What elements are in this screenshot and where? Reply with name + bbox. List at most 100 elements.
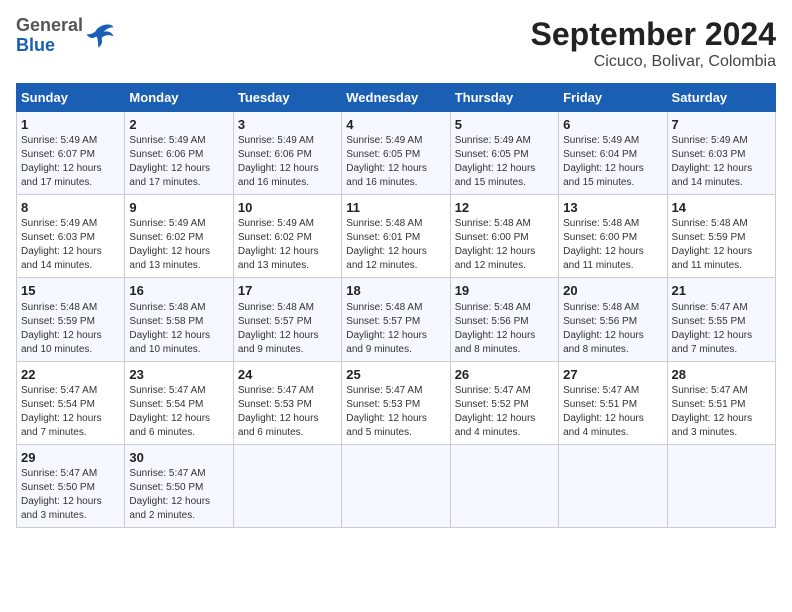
header-day-tuesday: Tuesday (233, 84, 341, 112)
day-info: Sunrise: 5:49 AMSunset: 6:02 PMDaylight:… (238, 217, 337, 273)
calendar-cell: 5Sunrise: 5:49 AMSunset: 6:05 PMDaylight… (450, 112, 558, 195)
day-number: 16 (129, 282, 228, 300)
calendar-cell: 30Sunrise: 5:47 AMSunset: 5:50 PMDayligh… (125, 444, 233, 527)
page-subtitle: Cicuco, Bolivar, Colombia (531, 53, 776, 71)
calendar-cell (342, 444, 450, 527)
header-day-saturday: Saturday (667, 84, 775, 112)
day-number: 26 (455, 366, 554, 384)
calendar-cell: 2Sunrise: 5:49 AMSunset: 6:06 PMDaylight… (125, 112, 233, 195)
calendar-cell: 16Sunrise: 5:48 AMSunset: 5:58 PMDayligh… (125, 278, 233, 361)
logo: General Blue (16, 16, 115, 56)
calendar-week-1: 1Sunrise: 5:49 AMSunset: 6:07 PMDaylight… (17, 112, 776, 195)
day-number: 10 (238, 199, 337, 217)
calendar-cell: 15Sunrise: 5:48 AMSunset: 5:59 PMDayligh… (17, 278, 125, 361)
day-number: 24 (238, 366, 337, 384)
calendar-cell: 1Sunrise: 5:49 AMSunset: 6:07 PMDaylight… (17, 112, 125, 195)
day-number: 19 (455, 282, 554, 300)
day-number: 11 (346, 199, 445, 217)
calendar-cell: 8Sunrise: 5:49 AMSunset: 6:03 PMDaylight… (17, 195, 125, 278)
day-number: 27 (563, 366, 662, 384)
day-info: Sunrise: 5:47 AMSunset: 5:51 PMDaylight:… (672, 384, 771, 440)
day-info: Sunrise: 5:48 AMSunset: 5:57 PMDaylight:… (238, 301, 337, 357)
day-info: Sunrise: 5:48 AMSunset: 6:01 PMDaylight:… (346, 217, 445, 273)
day-number: 6 (563, 116, 662, 134)
day-number: 12 (455, 199, 554, 217)
logo-line1: General (16, 16, 83, 36)
day-info: Sunrise: 5:49 AMSunset: 6:07 PMDaylight:… (21, 134, 120, 190)
calendar-header: SundayMondayTuesdayWednesdayThursdayFrid… (17, 84, 776, 112)
calendar-cell: 10Sunrise: 5:49 AMSunset: 6:02 PMDayligh… (233, 195, 341, 278)
header-day-monday: Monday (125, 84, 233, 112)
day-info: Sunrise: 5:48 AMSunset: 6:00 PMDaylight:… (563, 217, 662, 273)
day-number: 28 (672, 366, 771, 384)
day-number: 13 (563, 199, 662, 217)
calendar-body: 1Sunrise: 5:49 AMSunset: 6:07 PMDaylight… (17, 112, 776, 528)
calendar-cell: 18Sunrise: 5:48 AMSunset: 5:57 PMDayligh… (342, 278, 450, 361)
day-info: Sunrise: 5:48 AMSunset: 5:59 PMDaylight:… (672, 217, 771, 273)
calendar-cell: 25Sunrise: 5:47 AMSunset: 5:53 PMDayligh… (342, 361, 450, 444)
day-info: Sunrise: 5:47 AMSunset: 5:54 PMDaylight:… (21, 384, 120, 440)
calendar-cell: 6Sunrise: 5:49 AMSunset: 6:04 PMDaylight… (559, 112, 667, 195)
day-info: Sunrise: 5:47 AMSunset: 5:50 PMDaylight:… (21, 467, 120, 523)
day-number: 9 (129, 199, 228, 217)
day-info: Sunrise: 5:49 AMSunset: 6:03 PMDaylight:… (21, 217, 120, 273)
day-info: Sunrise: 5:49 AMSunset: 6:06 PMDaylight:… (238, 134, 337, 190)
calendar-cell: 14Sunrise: 5:48 AMSunset: 5:59 PMDayligh… (667, 195, 775, 278)
day-number: 30 (129, 449, 228, 467)
calendar-cell: 17Sunrise: 5:48 AMSunset: 5:57 PMDayligh… (233, 278, 341, 361)
day-info: Sunrise: 5:47 AMSunset: 5:51 PMDaylight:… (563, 384, 662, 440)
calendar-cell: 19Sunrise: 5:48 AMSunset: 5:56 PMDayligh… (450, 278, 558, 361)
calendar-cell: 22Sunrise: 5:47 AMSunset: 5:54 PMDayligh… (17, 361, 125, 444)
day-info: Sunrise: 5:48 AMSunset: 5:58 PMDaylight:… (129, 301, 228, 357)
day-info: Sunrise: 5:49 AMSunset: 6:05 PMDaylight:… (455, 134, 554, 190)
day-number: 4 (346, 116, 445, 134)
day-info: Sunrise: 5:48 AMSunset: 5:56 PMDaylight:… (563, 301, 662, 357)
calendar-cell: 28Sunrise: 5:47 AMSunset: 5:51 PMDayligh… (667, 361, 775, 444)
calendar-cell (559, 444, 667, 527)
header-day-friday: Friday (559, 84, 667, 112)
day-number: 1 (21, 116, 120, 134)
header-day-sunday: Sunday (17, 84, 125, 112)
header-day-wednesday: Wednesday (342, 84, 450, 112)
day-number: 3 (238, 116, 337, 134)
day-info: Sunrise: 5:48 AMSunset: 5:59 PMDaylight:… (21, 301, 120, 357)
calendar-week-2: 8Sunrise: 5:49 AMSunset: 6:03 PMDaylight… (17, 195, 776, 278)
calendar-cell: 9Sunrise: 5:49 AMSunset: 6:02 PMDaylight… (125, 195, 233, 278)
page-header: General Blue September 2024 Cicuco, Boli… (16, 16, 776, 71)
day-info: Sunrise: 5:49 AMSunset: 6:02 PMDaylight:… (129, 217, 228, 273)
page-title: September 2024 (531, 16, 776, 53)
day-info: Sunrise: 5:47 AMSunset: 5:55 PMDaylight:… (672, 301, 771, 357)
calendar-cell: 7Sunrise: 5:49 AMSunset: 6:03 PMDaylight… (667, 112, 775, 195)
calendar-cell (233, 444, 341, 527)
day-info: Sunrise: 5:48 AMSunset: 5:57 PMDaylight:… (346, 301, 445, 357)
day-info: Sunrise: 5:49 AMSunset: 6:04 PMDaylight:… (563, 134, 662, 190)
day-info: Sunrise: 5:47 AMSunset: 5:50 PMDaylight:… (129, 467, 228, 523)
calendar-cell: 24Sunrise: 5:47 AMSunset: 5:53 PMDayligh… (233, 361, 341, 444)
calendar-cell: 12Sunrise: 5:48 AMSunset: 6:00 PMDayligh… (450, 195, 558, 278)
day-info: Sunrise: 5:47 AMSunset: 5:53 PMDaylight:… (346, 384, 445, 440)
calendar-cell: 3Sunrise: 5:49 AMSunset: 6:06 PMDaylight… (233, 112, 341, 195)
title-block: September 2024 Cicuco, Bolivar, Colombia (531, 16, 776, 71)
day-number: 23 (129, 366, 228, 384)
calendar-cell: 23Sunrise: 5:47 AMSunset: 5:54 PMDayligh… (125, 361, 233, 444)
day-number: 29 (21, 449, 120, 467)
day-number: 5 (455, 116, 554, 134)
logo-line2: Blue (16, 36, 83, 56)
day-info: Sunrise: 5:48 AMSunset: 6:00 PMDaylight:… (455, 217, 554, 273)
calendar-table: SundayMondayTuesdayWednesdayThursdayFrid… (16, 83, 776, 528)
day-info: Sunrise: 5:48 AMSunset: 5:56 PMDaylight:… (455, 301, 554, 357)
day-number: 21 (672, 282, 771, 300)
header-day-thursday: Thursday (450, 84, 558, 112)
logo-text: General Blue (16, 16, 83, 56)
calendar-cell: 4Sunrise: 5:49 AMSunset: 6:05 PMDaylight… (342, 112, 450, 195)
calendar-week-5: 29Sunrise: 5:47 AMSunset: 5:50 PMDayligh… (17, 444, 776, 527)
logo-bird-icon (85, 22, 115, 50)
calendar-cell: 29Sunrise: 5:47 AMSunset: 5:50 PMDayligh… (17, 444, 125, 527)
calendar-cell: 13Sunrise: 5:48 AMSunset: 6:00 PMDayligh… (559, 195, 667, 278)
day-number: 25 (346, 366, 445, 384)
calendar-cell: 11Sunrise: 5:48 AMSunset: 6:01 PMDayligh… (342, 195, 450, 278)
calendar-week-4: 22Sunrise: 5:47 AMSunset: 5:54 PMDayligh… (17, 361, 776, 444)
day-info: Sunrise: 5:49 AMSunset: 6:06 PMDaylight:… (129, 134, 228, 190)
day-number: 17 (238, 282, 337, 300)
day-info: Sunrise: 5:49 AMSunset: 6:03 PMDaylight:… (672, 134, 771, 190)
